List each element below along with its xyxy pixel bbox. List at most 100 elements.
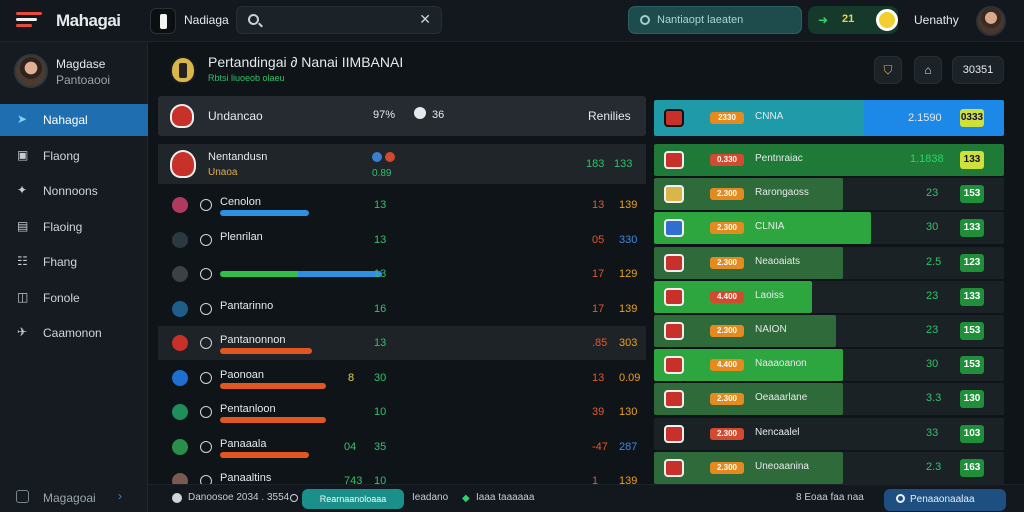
table-row[interactable]: Panaaala 04 35 -47 287 <box>158 430 646 464</box>
table-row[interactable]: 13 17 129 <box>158 257 646 291</box>
sidebar-item-label: Nahagal <box>43 113 88 127</box>
sidebar: Magdase Pantoaooi ➤ Nahagal ▣ Flaong ✦ Nonnoo… <box>0 42 148 512</box>
value-chip: 2.300 <box>710 222 744 235</box>
sidebar-item-1[interactable]: ▣ Flaong <box>0 140 148 172</box>
value-chip: 2.300 <box>710 256 744 269</box>
list-item[interactable]: 2.300 Rarongaoss 23 153 <box>654 178 1004 211</box>
value-chip: 4.400 <box>710 290 744 303</box>
avatar[interactable] <box>976 6 1006 36</box>
right-panel-header[interactable]: 2330 CNNA 2.1590 0333 <box>654 100 1004 136</box>
value-chip: 2.300 <box>710 393 744 406</box>
club-shield-icon[interactable] <box>150 8 176 34</box>
sidebar-item-3[interactable]: ▤ Flaoing <box>0 211 148 243</box>
club-crest-icon <box>172 438 188 455</box>
team-name: Nencaalel <box>755 426 800 438</box>
table-row[interactable]: Pantarinno 16 17 139 <box>158 292 646 326</box>
sidebar-item-4[interactable]: ☷ Fhang <box>0 246 148 278</box>
header-name: CNNA <box>755 111 784 122</box>
row-rating: 303 <box>619 337 638 349</box>
team-name: Laoiss <box>755 289 784 301</box>
sidebar-item-label: Flaoing <box>43 219 83 234</box>
tag-button[interactable]: ⌂ <box>914 56 942 84</box>
list-item[interactable]: 4.400 Naaaoanon 30 153 <box>654 349 1004 382</box>
list-item[interactable]: 2.300 Uneoaanina 2.3 163 <box>654 451 1004 484</box>
sidebar-item-5[interactable]: ◫ Fonole <box>0 282 148 314</box>
folder-icon: ◫ <box>17 289 29 304</box>
send-icon: ✈ <box>17 325 28 339</box>
team-name: Uneoaanina <box>755 460 809 472</box>
table-row[interactable]: Paonoan 8 30 13 0.09 <box>158 361 646 395</box>
list-item[interactable]: 2.300 Neaoaiats 2.5 123 <box>654 246 1004 279</box>
player-name: Cenolon <box>220 196 261 208</box>
table-row[interactable]: Pantanonnon 13 .85 303 <box>158 326 646 360</box>
club-crest-icon <box>664 458 684 477</box>
row-rating: 0.09 <box>619 371 641 384</box>
team-name: Rarongaoss <box>755 187 809 199</box>
secondary-search[interactable]: Nantiaopt laeaten <box>628 6 802 34</box>
status-item4: 8 Eoaa faa naa <box>796 492 864 503</box>
search-input[interactable] <box>265 12 415 28</box>
header-stat2: 36 <box>432 109 445 121</box>
club-crest-icon <box>664 322 684 340</box>
coins-widget[interactable]: ➜ 21 <box>808 6 898 34</box>
table-row[interactable]: Pentanloon 10 39 130 <box>158 395 646 429</box>
list-item[interactable]: 0.330 Pentnraiac 1.1838 133 <box>654 144 1004 176</box>
progress-bar <box>220 382 326 389</box>
team-value: 30 <box>926 221 939 234</box>
chevron-right-icon[interactable]: › <box>118 489 122 503</box>
club-crest-icon <box>172 231 188 248</box>
list-item[interactable]: 2.300 Oeaaarlane 3.3 130 <box>654 383 1004 416</box>
column-header: Renilies <box>588 109 631 123</box>
header-stat1: 97% <box>373 109 396 121</box>
list-item[interactable]: 2.300 NAION 23 153 <box>654 315 1004 347</box>
player-icon <box>200 233 212 246</box>
sidebar-footer[interactable]: Magagoai › <box>0 482 148 512</box>
table-row[interactable]: Plenrilan 13 05 330 <box>158 223 646 257</box>
team-name: Pentnraiac <box>755 153 803 164</box>
list-item[interactable]: 2.300 CLNIA 30 133 <box>654 212 1004 245</box>
table-row[interactable]: Cenolon 13 13 139 <box>158 188 646 222</box>
row-rating: 139 <box>619 302 638 315</box>
value-chip: 2.300 <box>710 325 744 337</box>
club-name: Nadiaga <box>184 13 229 27</box>
app-title: Mahagai <box>56 11 121 30</box>
ball-icon <box>414 107 426 119</box>
featured-right2: 133 <box>614 158 633 170</box>
profile-card[interactable]: Magdase Pantoaooi <box>0 42 148 102</box>
club-crest-icon <box>664 185 684 204</box>
row-value: 13 <box>374 199 387 211</box>
team-badge: 130 <box>960 390 984 409</box>
team-value: 2.3 <box>926 460 942 473</box>
logo-icon <box>16 12 42 28</box>
list-item[interactable]: 2.300 Nencaalel 33 103 <box>654 417 1004 450</box>
search-icon <box>640 15 650 25</box>
row-stat: 17 <box>592 268 605 280</box>
team-value: 2.5 <box>926 255 942 268</box>
header-score: 30351 <box>952 56 1004 84</box>
close-icon[interactable]: ✕ <box>419 11 431 28</box>
search-box[interactable]: ✕ <box>236 6 442 34</box>
profile-name: Magdase <box>56 57 106 71</box>
filter-button[interactable]: ⛉ <box>874 56 902 84</box>
club-crest-icon <box>170 104 194 128</box>
user-name[interactable]: Uenathy <box>914 13 959 27</box>
featured-row[interactable]: Nentandusn Unaoa 0.89 183 133 <box>158 144 646 184</box>
list-item[interactable]: 4.400 Laoiss 23 133 <box>654 280 1004 313</box>
left-panel-header[interactable]: Undancao 97% 36 Renilies <box>158 96 646 136</box>
sidebar-item-6[interactable]: ✈ Caamonon <box>0 317 148 349</box>
dot-icon <box>290 494 298 502</box>
value-chip: 2330 <box>710 112 744 124</box>
team-name: CLNIA <box>755 221 785 233</box>
leaf-icon: ◆ <box>462 493 470 504</box>
box-icon <box>16 490 29 503</box>
row-rating: 139 <box>619 199 638 211</box>
sidebar-item-0[interactable]: ➤ Nahagal <box>0 104 148 136</box>
row-stat: 39 <box>592 406 605 418</box>
status-pill[interactable]: Rearnaanoloaaa <box>302 489 404 509</box>
sidebar-item-2[interactable]: ✦ Nonnoons <box>0 175 148 207</box>
coin-icon <box>876 9 898 31</box>
club-crest-icon <box>664 390 684 409</box>
team-value: 1.1838 <box>910 153 944 165</box>
sidebar-item-label: Fhang <box>43 255 78 269</box>
top-bar: Mahagai Nadiaga ✕ Nantiaopt laeaten ➜ 21… <box>0 0 1024 42</box>
